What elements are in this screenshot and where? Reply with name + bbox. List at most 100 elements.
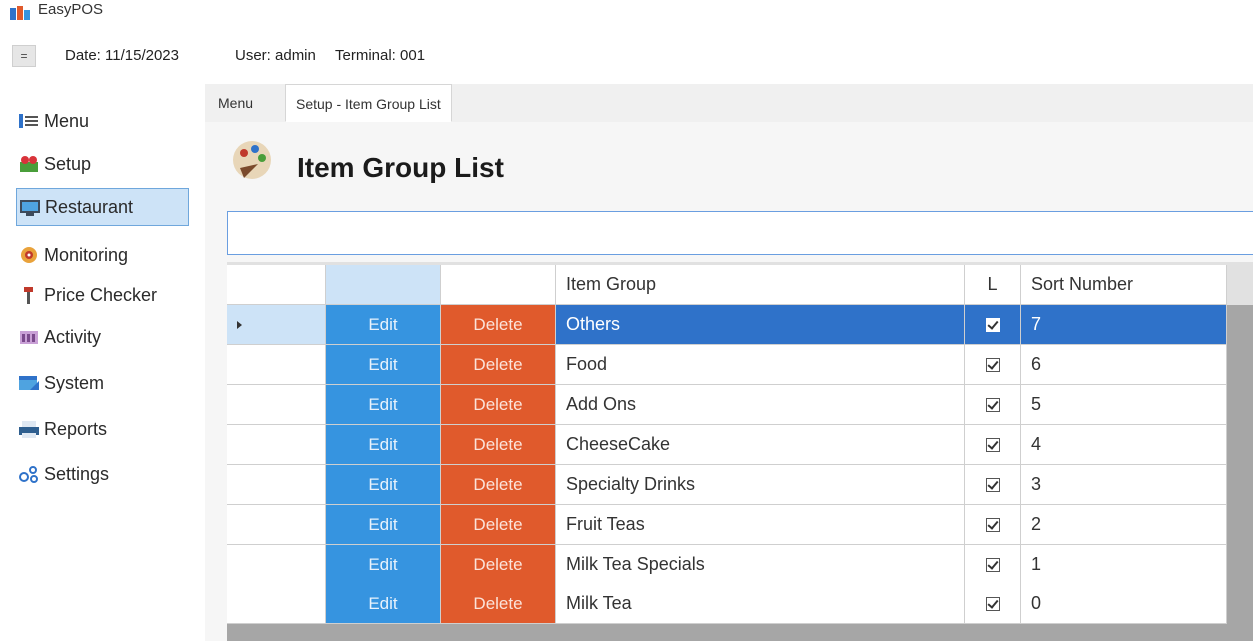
sort-number-cell[interactable]: 2 [1021,505,1227,545]
l-cell[interactable] [965,465,1021,505]
delete-button[interactable]: Delete [441,465,556,505]
sidebar-item-label: Price Checker [44,284,158,305]
grid-empty-area-bottom [227,622,1253,641]
delete-button[interactable]: Delete [441,505,556,545]
current-row-indicator-icon [237,320,242,329]
sort-number-cell[interactable]: 5 [1021,385,1227,425]
setup-icon [20,156,38,172]
row-selector[interactable] [227,305,326,345]
hamburger-menu-button[interactable]: = [12,45,36,67]
l-checkbox[interactable] [985,557,1000,572]
item-group-cell[interactable]: Add Ons [556,385,965,425]
sidebar-item-activity[interactable]: Activity [16,318,189,356]
app-logo-icon [10,6,30,20]
sidebar-item-system[interactable]: System [16,364,189,402]
header-sort-number[interactable]: Sort Number [1021,265,1227,305]
price-checker-icon [24,287,33,304]
item-group-cell[interactable]: CheeseCake [556,425,965,465]
reports-icon [19,421,39,438]
sidebar-item-label: Reports [44,418,108,439]
edit-button[interactable]: Edit [326,545,441,585]
table-row[interactable]: Edit Delete Food 6 [227,345,1227,385]
row-selector[interactable] [227,505,326,545]
l-checkbox[interactable] [985,596,1000,611]
sidebar-item-label: Setup [44,153,92,174]
l-checkbox[interactable] [985,437,1000,452]
sidebar-item-label: Menu [44,110,90,131]
sidebar-item-settings[interactable]: Settings [16,455,189,493]
item-group-cell[interactable]: Fruit Teas [556,505,965,545]
delete-button[interactable]: Delete [441,584,556,624]
sort-number-cell[interactable]: 3 [1021,465,1227,505]
item-group-cell[interactable]: Food [556,345,965,385]
item-group-cell[interactable]: Milk Tea [556,584,965,624]
edit-button[interactable]: Edit [326,345,441,385]
l-cell[interactable] [965,305,1021,345]
l-cell[interactable] [965,385,1021,425]
tab-menu[interactable]: Menu [208,84,263,122]
item-group-cell[interactable]: Others [556,305,965,345]
sort-number-cell[interactable]: 6 [1021,345,1227,385]
l-checkbox[interactable] [985,397,1000,412]
sidebar-item-monitoring[interactable]: Monitoring [16,236,189,274]
system-icon [19,376,39,390]
title-bar: EasyPOS [0,0,1253,30]
header-item-group[interactable]: Item Group [556,265,965,305]
sidebar-item-menu[interactable]: Menu [16,102,189,140]
sort-number-cell[interactable]: 0 [1021,584,1227,624]
item-group-cell[interactable]: Milk Tea Specials [556,545,965,585]
grid-empty-area [1227,305,1253,625]
table-row[interactable]: Edit Delete Milk Tea 0 [227,584,1227,624]
l-checkbox[interactable] [985,317,1000,332]
row-selector[interactable] [227,545,326,585]
table-row[interactable]: Edit Delete Specialty Drinks 3 [227,465,1227,505]
sort-number-cell[interactable]: 4 [1021,425,1227,465]
activity-icon [20,331,38,344]
header-edit-column [326,265,441,305]
edit-button[interactable]: Edit [326,425,441,465]
delete-button[interactable]: Delete [441,545,556,585]
sort-number-cell[interactable]: 1 [1021,545,1227,585]
table-row[interactable]: Edit Delete Add Ons 5 [227,385,1227,425]
settings-icon [19,466,38,483]
restaurant-icon [20,200,40,216]
l-cell[interactable] [965,505,1021,545]
sort-number-cell[interactable]: 7 [1021,305,1227,345]
table-row[interactable]: Edit Delete Others 7 [227,305,1227,345]
row-selector[interactable] [227,425,326,465]
table-row[interactable]: Edit Delete Milk Tea Specials 1 [227,545,1227,585]
edit-button[interactable]: Edit [326,385,441,425]
edit-button[interactable]: Edit [326,305,441,345]
l-checkbox[interactable] [985,517,1000,532]
l-cell[interactable] [965,545,1021,585]
l-checkbox[interactable] [985,477,1000,492]
edit-button[interactable]: Edit [326,505,441,545]
row-selector[interactable] [227,345,326,385]
delete-button[interactable]: Delete [441,385,556,425]
menu-icon [19,114,38,128]
edit-button[interactable]: Edit [326,465,441,505]
table-row[interactable]: Edit Delete Fruit Teas 2 [227,505,1227,545]
sidebar-item-restaurant[interactable]: Restaurant [16,188,189,226]
sidebar-item-reports[interactable]: Reports [16,410,189,448]
delete-button[interactable]: Delete [441,305,556,345]
tab-item-group-list[interactable]: Setup - Item Group List [285,84,452,122]
search-input[interactable] [227,211,1253,255]
l-checkbox[interactable] [985,357,1000,372]
item-group-cell[interactable]: Specialty Drinks [556,465,965,505]
sidebar-item-price-checker[interactable]: Price Checker [16,276,189,314]
header-l[interactable]: L [965,265,1021,305]
row-selector[interactable] [227,465,326,505]
l-cell[interactable] [965,425,1021,465]
app-title: EasyPOS [38,1,104,18]
table-row[interactable]: Edit Delete CheeseCake 4 [227,425,1227,465]
sidebar-item-setup[interactable]: Setup [16,145,189,183]
l-cell[interactable] [965,584,1021,624]
l-cell[interactable] [965,345,1021,385]
delete-button[interactable]: Delete [441,345,556,385]
edit-button[interactable]: Edit [326,584,441,624]
item-group-icon [233,141,271,179]
row-selector[interactable] [227,584,326,624]
row-selector[interactable] [227,385,326,425]
delete-button[interactable]: Delete [441,425,556,465]
